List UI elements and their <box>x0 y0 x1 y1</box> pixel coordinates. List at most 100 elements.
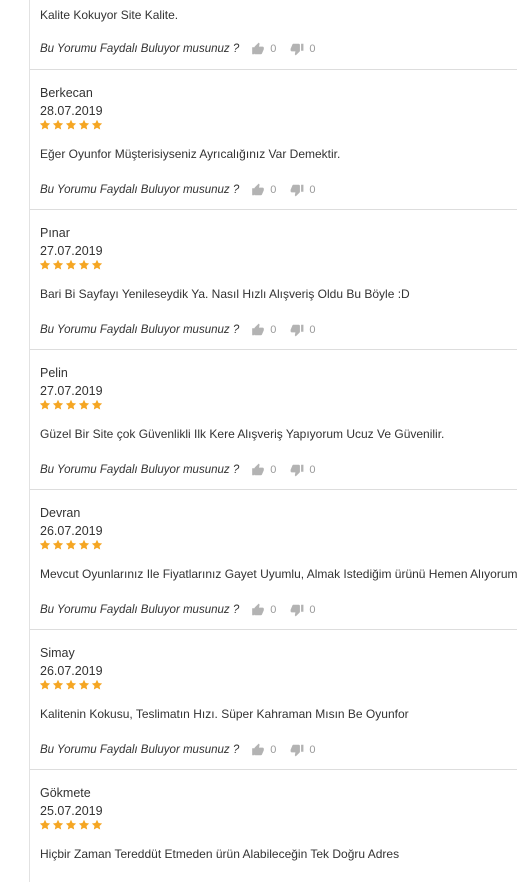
review-author: Simay <box>40 646 75 660</box>
star-icon <box>39 119 51 130</box>
star-icon <box>65 819 77 830</box>
helpful-question: Bu Yorumu Faydalı Buluyor musunuz ? <box>40 464 240 476</box>
dislike-button[interactable]: 0 <box>290 603 315 617</box>
thumbs-up-icon <box>251 323 265 337</box>
review-item: Pınar 27.07.2019 Bari Bi Sayfayı Yeniles… <box>30 210 517 350</box>
star-icon <box>91 259 103 270</box>
thumbs-up-icon <box>251 743 265 757</box>
star-icon <box>78 819 90 830</box>
star-icon <box>39 259 51 270</box>
star-icon <box>91 679 103 690</box>
helpful-question: Bu Yorumu Faydalı Buluyor musunuz ? <box>40 324 240 336</box>
star-icon <box>65 259 77 270</box>
dislike-button[interactable]: 0 <box>290 743 315 757</box>
review-list: Kalite Kokuyor Site Kalite. Bu Yorumu Fa… <box>30 0 517 882</box>
thumbs-up-icon <box>251 42 265 56</box>
dislike-count: 0 <box>309 324 316 336</box>
dislike-button[interactable]: 0 <box>290 183 315 197</box>
star-icon <box>91 119 103 130</box>
thumbs-down-icon <box>290 323 304 337</box>
thumbs-up-icon <box>251 183 265 197</box>
like-button[interactable]: 0 <box>251 463 276 477</box>
review-comment: Eğer Oyunfor Müşterisiyseniz Ayrıcalığın… <box>40 147 341 161</box>
review-comment: Kalite Kokuyor Site Kalite. <box>40 8 179 22</box>
like-button[interactable]: 0 <box>251 42 276 56</box>
dislike-button[interactable]: 0 <box>290 463 315 477</box>
star-icon <box>91 819 103 830</box>
star-icon <box>52 119 64 130</box>
dislike-count: 0 <box>309 184 316 196</box>
helpful-row: Bu Yorumu Faydalı Buluyor musunuz ? 0 0 <box>40 742 315 758</box>
star-icon <box>52 819 64 830</box>
star-icon <box>52 399 64 410</box>
star-rating <box>39 679 103 691</box>
thumbs-up-icon <box>251 463 265 477</box>
like-button[interactable]: 0 <box>251 743 276 757</box>
review-date: 25.07.2019 <box>40 804 103 818</box>
star-icon <box>39 819 51 830</box>
like-count: 0 <box>270 184 277 196</box>
like-button[interactable]: 0 <box>251 323 276 337</box>
star-icon <box>78 259 90 270</box>
thumbs-down-icon <box>290 183 304 197</box>
star-icon <box>78 399 90 410</box>
helpful-question: Bu Yorumu Faydalı Buluyor musunuz ? <box>40 604 240 616</box>
review-item: Berkecan 28.07.2019 Eğer Oyunfor Müşteri… <box>30 70 517 210</box>
helpful-question: Bu Yorumu Faydalı Buluyor musunuz ? <box>40 184 240 196</box>
thumbs-down-icon <box>290 743 304 757</box>
dislike-count: 0 <box>309 464 316 476</box>
like-count: 0 <box>270 744 277 756</box>
dislike-count: 0 <box>309 43 316 55</box>
thumbs-down-icon <box>290 42 304 56</box>
like-count: 0 <box>270 464 277 476</box>
dislike-count: 0 <box>309 744 316 756</box>
review-author: Berkecan <box>40 86 93 100</box>
star-icon <box>52 679 64 690</box>
star-icon <box>65 399 77 410</box>
helpful-question: Bu Yorumu Faydalı Buluyor musunuz ? <box>40 43 240 55</box>
star-rating <box>39 539 103 551</box>
review-item: Devran 26.07.2019 Mevcut Oyunlarınız Ile… <box>30 490 517 630</box>
star-rating <box>39 119 103 131</box>
like-count: 0 <box>270 324 277 336</box>
review-comment: Bari Bi Sayfayı Yenileseydik Ya. Nasıl H… <box>40 287 410 301</box>
like-button[interactable]: 0 <box>251 603 276 617</box>
like-button[interactable]: 0 <box>251 183 276 197</box>
review-item: Kalite Kokuyor Site Kalite. Bu Yorumu Fa… <box>30 0 517 70</box>
review-date: 26.07.2019 <box>40 524 103 538</box>
helpful-row: Bu Yorumu Faydalı Buluyor musunuz ? 0 0 <box>40 41 315 57</box>
star-icon <box>52 259 64 270</box>
star-icon <box>39 539 51 550</box>
review-item: Pelin 27.07.2019 Güzel Bir Site çok Güve… <box>30 350 517 490</box>
like-count: 0 <box>270 43 277 55</box>
review-author: Pınar <box>40 226 70 240</box>
helpful-question: Bu Yorumu Faydalı Buluyor musunuz ? <box>40 744 240 756</box>
star-icon <box>52 539 64 550</box>
review-date: 26.07.2019 <box>40 664 103 678</box>
dislike-button[interactable]: 0 <box>290 42 315 56</box>
star-rating <box>39 819 103 831</box>
review-author: Gökmete <box>40 786 91 800</box>
review-comment: Hiçbir Zaman Tereddüt Etmeden ürün Alabi… <box>40 847 400 861</box>
dislike-button[interactable]: 0 <box>290 323 315 337</box>
star-icon <box>91 399 103 410</box>
review-date: 28.07.2019 <box>40 104 103 118</box>
star-icon <box>78 119 90 130</box>
review-comment: Mevcut Oyunlarınız Ile Fiyatlarınız Gaye… <box>40 567 517 581</box>
review-item: Gökmete 25.07.2019 Hiçbir Zaman Tereddüt… <box>30 770 517 882</box>
star-icon <box>65 679 77 690</box>
helpful-row: Bu Yorumu Faydalı Buluyor musunuz ? 0 0 <box>40 602 315 618</box>
star-rating <box>39 259 103 271</box>
like-count: 0 <box>270 604 277 616</box>
star-rating <box>39 399 103 411</box>
review-author: Devran <box>40 506 81 520</box>
star-icon <box>65 539 77 550</box>
star-icon <box>91 539 103 550</box>
thumbs-down-icon <box>290 463 304 477</box>
star-icon <box>39 679 51 690</box>
star-icon <box>78 679 90 690</box>
dislike-count: 0 <box>309 604 316 616</box>
review-item: Simay 26.07.2019 Kalitenin Kokusu, Tesli… <box>30 630 517 770</box>
helpful-row: Bu Yorumu Faydalı Buluyor musunuz ? 0 0 <box>40 182 315 198</box>
review-date: 27.07.2019 <box>40 244 103 258</box>
